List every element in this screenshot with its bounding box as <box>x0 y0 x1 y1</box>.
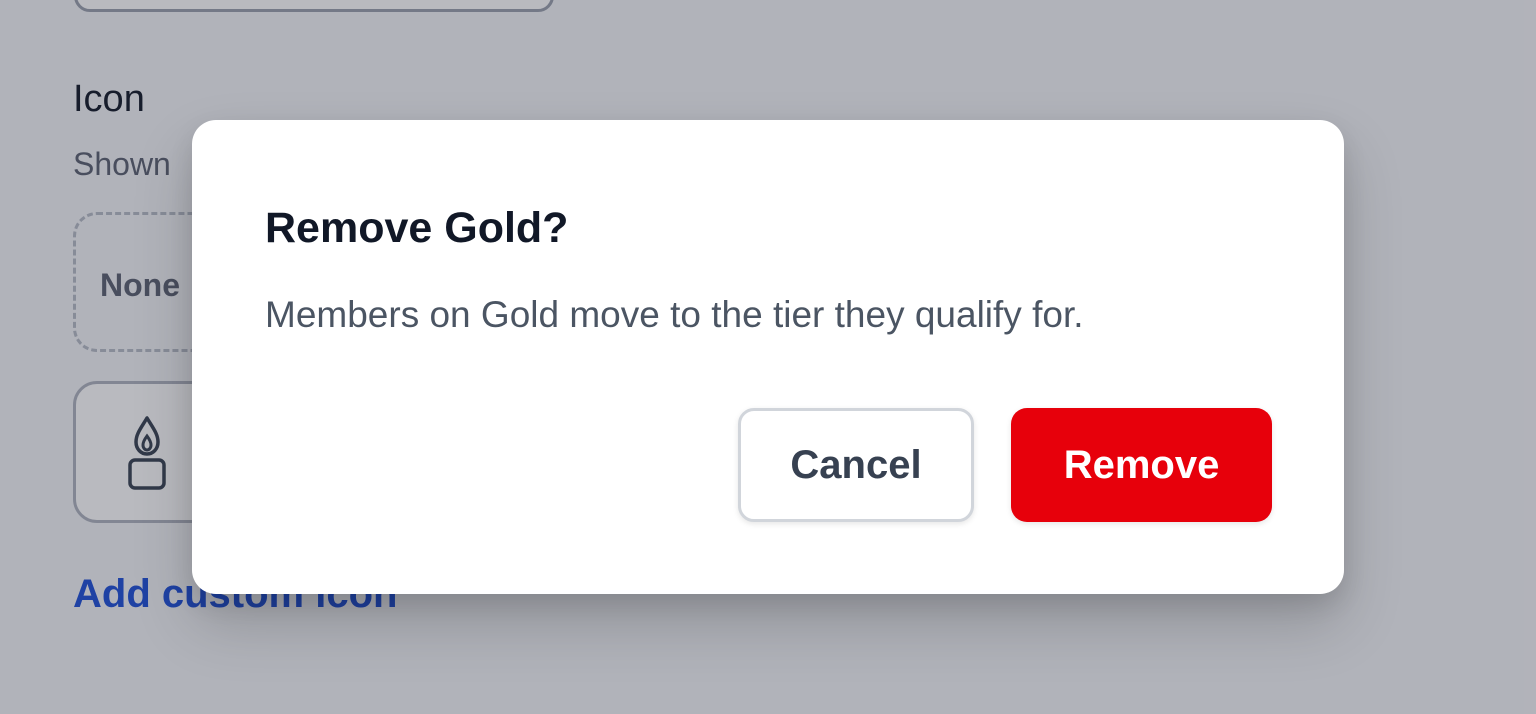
dialog-title: Remove Gold? <box>265 204 569 252</box>
dialog-message: Members on Gold move to the tier they qu… <box>265 294 1084 335</box>
cancel-button[interactable]: Cancel <box>738 408 974 522</box>
remove-button[interactable]: Remove <box>1011 408 1272 522</box>
remove-tier-dialog: Remove Gold? Members on Gold move to the… <box>192 120 1344 594</box>
